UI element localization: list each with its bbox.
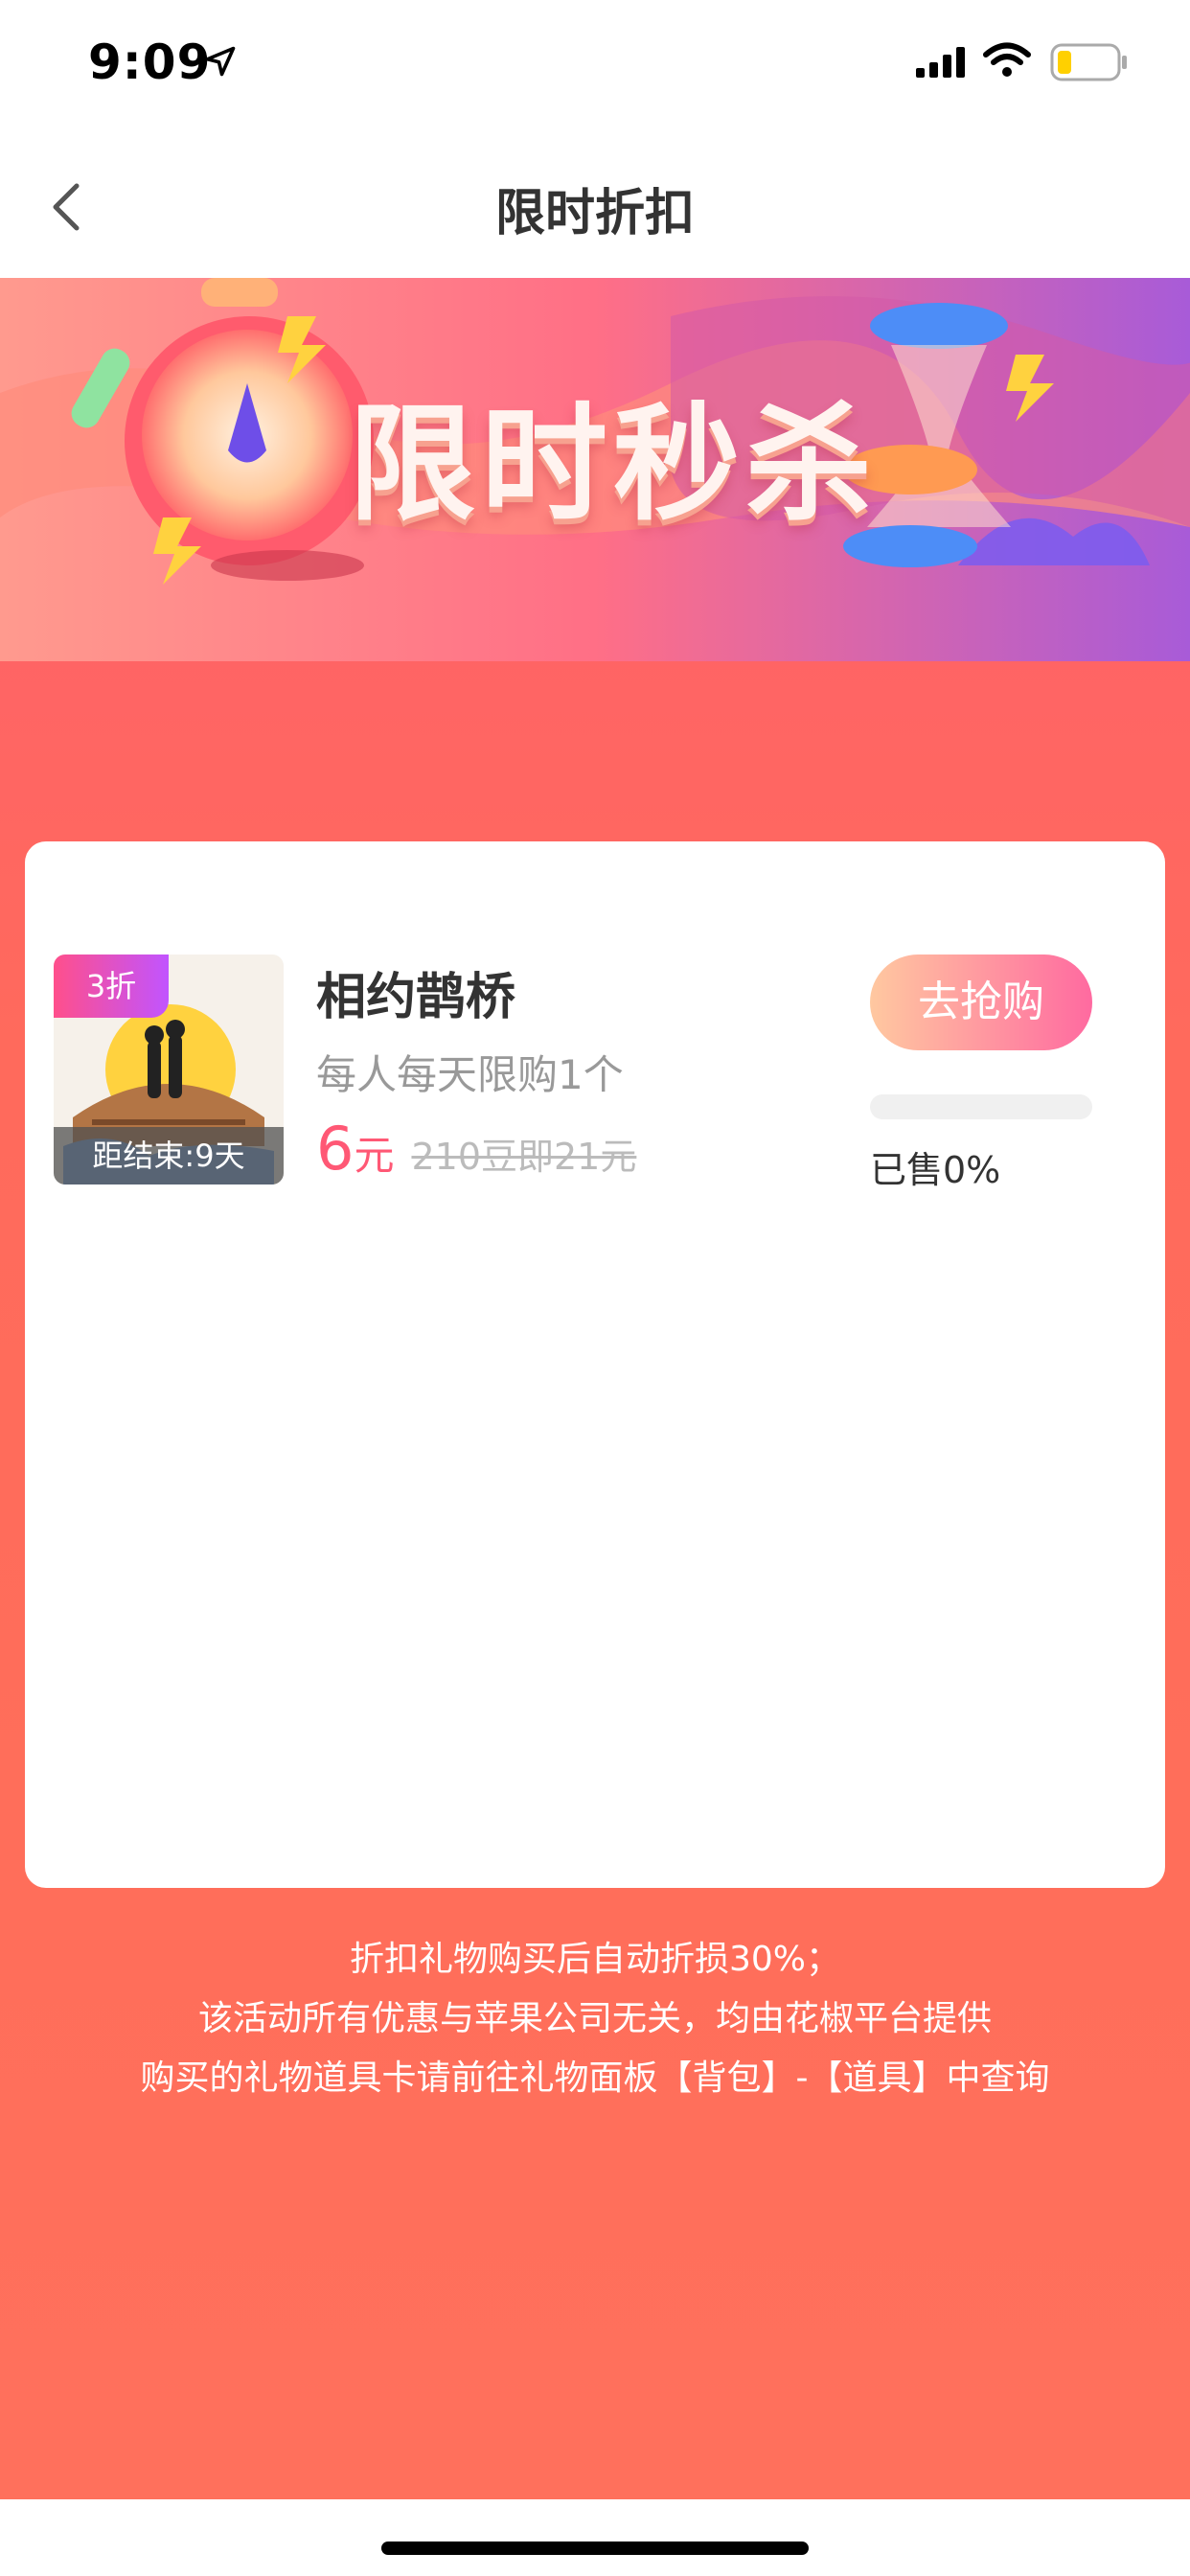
product-name: 相约鹊桥	[316, 969, 516, 1026]
main-background: 限时秒杀 3折 距结束:9天 相约鹊桥 每人每天限购1个 6 元 210豆即21…	[0, 278, 1190, 2499]
original-price: 210豆即21元	[411, 1136, 637, 1178]
price-unit: 元	[354, 1132, 395, 1179]
product-item: 3折 距结束:9天 相约鹊桥 每人每天限购1个 6 元 210豆即21元 去抢购…	[25, 841, 1165, 1191]
nav-bar: 限时折扣	[0, 126, 1190, 278]
countdown-label: 距结束:9天	[54, 1127, 284, 1184]
status-bar: 9:09	[0, 0, 1190, 126]
banner-title: 限时秒杀	[349, 391, 878, 539]
cellular-signal-icon	[916, 47, 965, 78]
battery-icon	[1050, 43, 1127, 81]
location-arrow-icon	[205, 46, 236, 77]
sale-price: 6	[316, 1114, 355, 1184]
buy-now-button[interactable]: 去抢购	[870, 954, 1092, 1050]
purchase-limit: 每人每天限购1个	[316, 1051, 624, 1098]
activity-notes: 折扣礼物购买后自动折损30%； 该活动所有优惠与苹果公司无关，均由花椒平台提供 …	[0, 1930, 1190, 2108]
sold-percent-label: 已售0%	[870, 1149, 1001, 1191]
page-title: 限时折扣	[494, 185, 695, 242]
product-card: 3折 距结束:9天 相约鹊桥 每人每天限购1个 6 元 210豆即21元 去抢购…	[25, 841, 1165, 1888]
product-thumbnail: 3折 距结束:9天	[54, 954, 284, 1184]
wifi-icon	[983, 42, 1031, 77]
note-line: 折扣礼物购买后自动折损30%；	[349, 1940, 841, 1979]
note-line: 购买的礼物道具卡请前往礼物面板【背包】-【道具】中查询	[140, 2058, 1050, 2098]
home-indicator[interactable]	[381, 2542, 809, 2555]
discount-badge: 3折	[54, 954, 169, 1018]
note-line: 该活动所有优惠与苹果公司无关，均由花椒平台提供	[197, 1999, 992, 2038]
sales-progress-bar	[870, 1094, 1092, 1119]
flash-sale-banner: 限时秒杀	[0, 278, 1190, 661]
status-time: 9:09	[88, 34, 212, 90]
price-row: 6 元 210豆即21元	[316, 1114, 636, 1190]
home-indicator-area	[0, 2499, 1190, 2576]
